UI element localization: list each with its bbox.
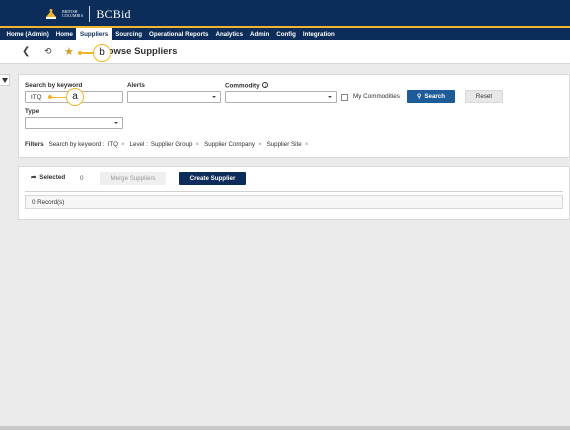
type-label: Type <box>25 108 40 115</box>
bc-logo-text: BRITISH COLUMBIA <box>62 10 83 18</box>
search-panel: Search by keyword ITQ Alerts Commodity i… <box>18 74 570 158</box>
selected-label: Selected <box>39 174 66 181</box>
commodity-label-text: Commodity <box>225 82 260 90</box>
type-select[interactable] <box>25 117 123 129</box>
callout-a-line <box>50 96 66 98</box>
chevron-down-icon <box>114 122 118 124</box>
close-icon[interactable]: × <box>195 141 199 148</box>
reset-button-label: Reset <box>475 93 493 100</box>
callout-b: b <box>93 44 111 62</box>
close-icon[interactable]: × <box>305 141 309 148</box>
my-commodities-checkbox[interactable] <box>341 94 348 101</box>
my-commodities-label: My Commodities <box>353 93 400 100</box>
merge-suppliers-button[interactable]: Merge Suppliers <box>100 172 166 185</box>
bc-crest-icon <box>46 9 56 19</box>
alerts-select[interactable] <box>127 91 221 103</box>
keyword-input-value: ITQ <box>31 93 42 101</box>
active-filters: Filters Search by keyword : ITQ × Level … <box>25 141 313 148</box>
nav-item-analytics[interactable]: Analytics <box>212 28 247 40</box>
callout-b-line <box>80 52 93 54</box>
selected-control[interactable]: ➦ Selected <box>31 174 65 181</box>
chevron-down-icon <box>328 96 332 98</box>
records-count: 0 Record(s) <box>25 195 563 209</box>
chevron-left-icon[interactable]: ❮ <box>22 46 30 57</box>
nav-item-config[interactable]: Config <box>273 28 300 40</box>
filters-label: Filters <box>25 141 44 148</box>
commodity-select[interactable] <box>225 91 337 103</box>
commodity-label: Commodity i <box>225 82 269 90</box>
filter-chip-supplier-group: Supplier Group <box>150 141 193 148</box>
nav-item-admin[interactable]: Admin <box>247 28 273 40</box>
app-header: BRITISH COLUMBIA BCBid <box>0 0 570 28</box>
results-divider <box>25 191 563 192</box>
filter-chip-keyword: ITQ <box>107 141 118 148</box>
search-button-label: Search <box>424 93 446 100</box>
filter-keyword-prefix: Search by keyword : <box>48 141 105 148</box>
star-icon[interactable]: ★ <box>64 45 74 58</box>
nav-item-home[interactable]: Home <box>52 28 76 40</box>
bottom-strip <box>0 426 570 430</box>
page-title: rowse Suppliers <box>104 46 178 57</box>
chevron-down-icon <box>212 96 216 98</box>
filter-level-prefix: Level : <box>129 141 148 148</box>
share-arrow-icon: ➦ <box>31 174 37 181</box>
records-count-text: 0 Record(s) <box>32 198 65 206</box>
info-icon[interactable]: i <box>262 82 269 88</box>
nav-item-home-admin[interactable]: Home (Admin) <box>3 28 52 40</box>
selected-count: 0 <box>80 175 84 182</box>
merge-suppliers-label: Merge Suppliers <box>110 175 156 182</box>
callout-a: a <box>66 88 84 106</box>
logo-divider <box>89 6 91 22</box>
create-supplier-button[interactable]: Create Supplier <box>179 172 246 185</box>
filter-toggle-button[interactable] <box>0 74 10 86</box>
nav-item-integration[interactable]: Integration <box>299 28 338 40</box>
nav-item-suppliers[interactable]: Suppliers <box>76 28 112 40</box>
filter-icon <box>1 77 8 83</box>
reset-button[interactable]: Reset <box>465 90 503 103</box>
create-supplier-label: Create Supplier <box>189 175 236 182</box>
alerts-label: Alerts <box>127 82 145 89</box>
main-nav: Home (Admin) Home Suppliers Sourcing Ope… <box>0 28 570 40</box>
search-button[interactable]: ⚲ Search <box>407 90 455 103</box>
nav-item-operational-reports[interactable]: Operational Reports <box>146 28 212 40</box>
app-name: BCBid <box>96 6 131 21</box>
close-icon[interactable]: × <box>258 141 262 148</box>
close-icon[interactable]: × <box>121 141 125 148</box>
results-panel: ➦ Selected 0 Merge Suppliers Create Supp… <box>18 166 570 220</box>
nav-item-sourcing[interactable]: Sourcing <box>112 28 146 40</box>
bc-logo[interactable]: BRITISH COLUMBIA BCBid <box>44 4 131 24</box>
history-icon[interactable]: ⟲ <box>44 46 52 57</box>
logo-line2: COLUMBIA <box>62 13 84 18</box>
search-icon: ⚲ <box>416 94 422 100</box>
filter-chip-supplier-company: Supplier Company <box>204 141 255 148</box>
filter-chip-supplier-site: Supplier Site <box>266 141 302 148</box>
